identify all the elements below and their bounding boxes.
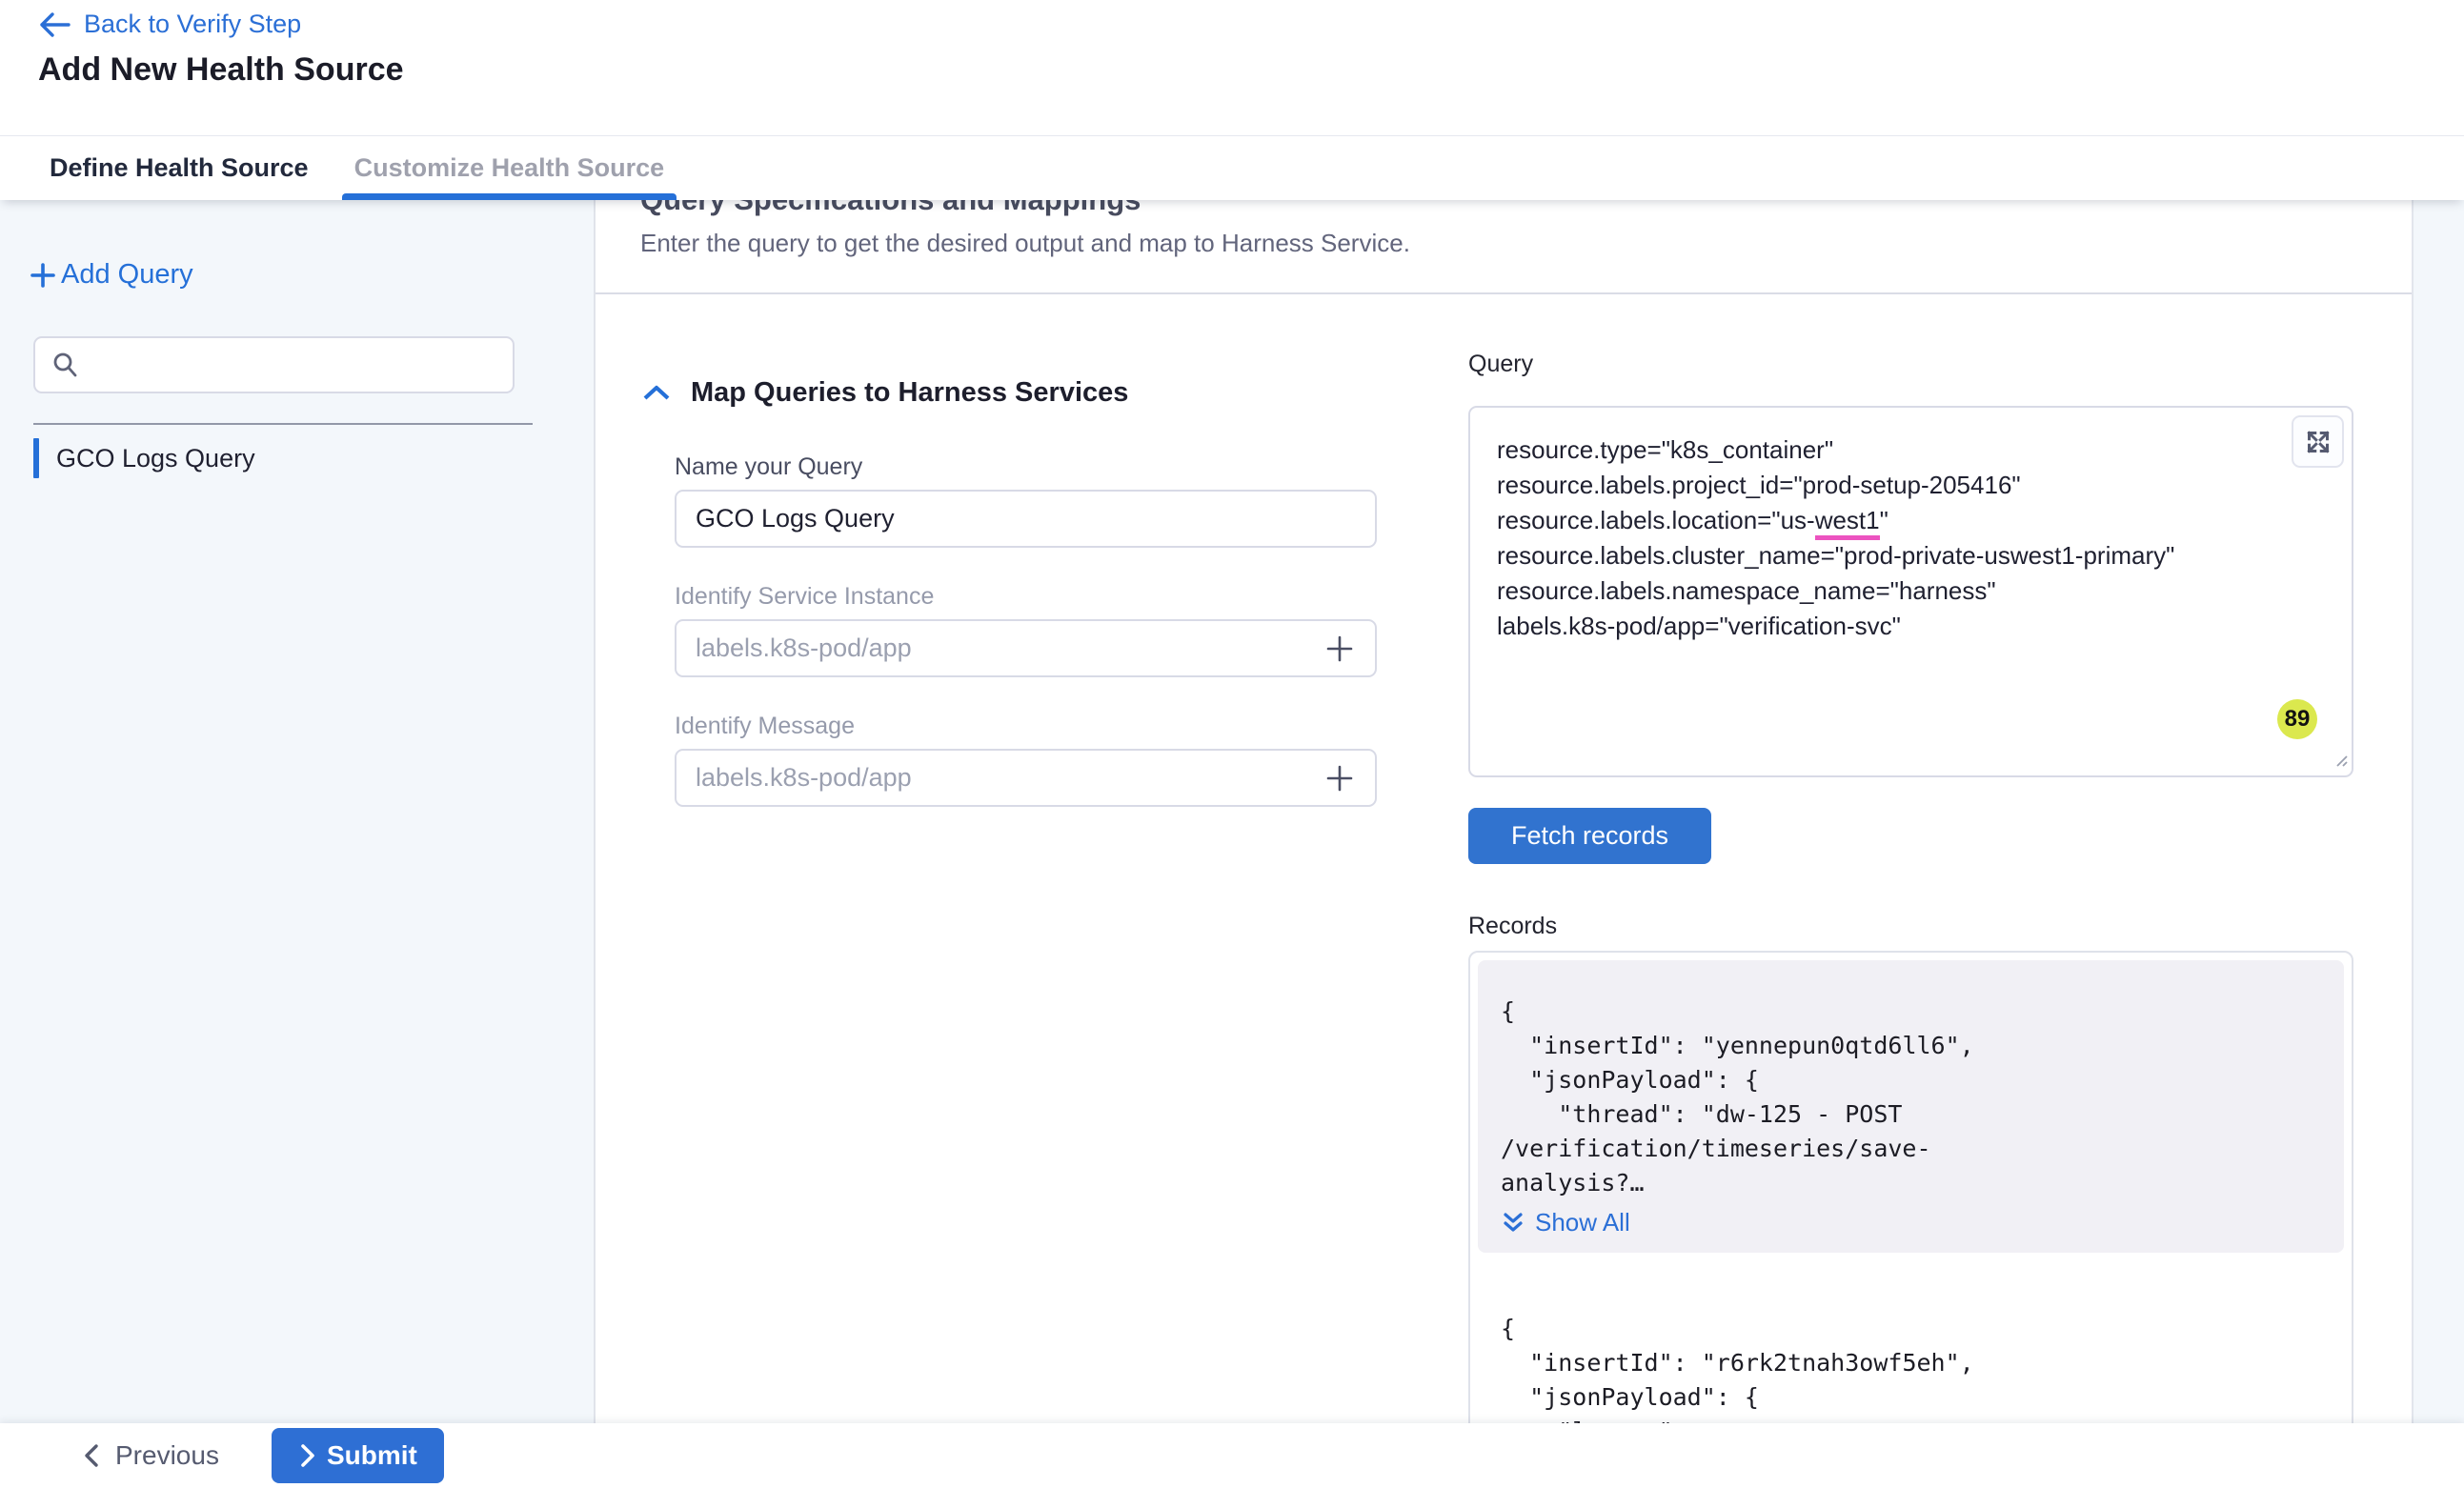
chevron-left-icon: [81, 1442, 102, 1469]
back-arrow-icon: [38, 10, 71, 39]
message-field-wrap: [675, 749, 1377, 807]
page-title: Add New Health Source: [38, 51, 404, 89]
record-card: { "insertId": "yennepun0qtd6ll6", "jsonP…: [1478, 960, 2344, 1253]
query-line: resource.labels.location="us-west1": [1497, 503, 2325, 538]
query-label: Query: [1468, 351, 1533, 378]
sidebar-divider: [33, 423, 533, 425]
records-label: Records: [1468, 913, 1557, 940]
health-source-tab-bar: Define Health Source Customize Health So…: [0, 135, 2464, 200]
query-sidebar: Add Query GCO Logs Query: [0, 200, 594, 1488]
query-line: resource.labels.cluster_name="prod-priva…: [1497, 538, 2325, 573]
tab-customize-health-source[interactable]: Customize Health Source: [342, 136, 677, 200]
submit-button[interactable]: Submit: [272, 1428, 444, 1483]
tab-define-health-source[interactable]: Define Health Source: [37, 136, 321, 200]
query-line: labels.k8s-pod/app="verification-svc": [1497, 609, 2325, 644]
query-line: resource.labels.project_id="prod-setup-2…: [1497, 468, 2325, 503]
plus-icon: [29, 261, 57, 290]
tab-customize-label: Customize Health Source: [354, 153, 665, 183]
tab-define-label: Define Health Source: [50, 153, 309, 183]
add-query-label: Add Query: [61, 259, 193, 291]
record-json: { "insertId": "yennepun0qtd6ll6", "jsonP…: [1501, 995, 2321, 1200]
footer-bar: Previous Submit: [0, 1423, 2464, 1488]
query-text: resource.type="k8s_container"resource.la…: [1497, 432, 2325, 644]
back-to-verify-step-link[interactable]: Back to Verify Step: [38, 10, 301, 39]
sidebar-item-gco-logs-query[interactable]: GCO Logs Query: [33, 438, 255, 478]
chevron-right-icon: [298, 1443, 317, 1468]
name-your-query-label: Name your Query: [675, 453, 862, 481]
show-all-link[interactable]: Show All: [1501, 1208, 2321, 1237]
identify-service-instance-label: Identify Service Instance: [675, 583, 934, 611]
char-count-badge: 89: [2277, 699, 2317, 739]
page-header: Back to Verify Step Add New Health Sourc…: [0, 0, 2464, 135]
section-title: Query Specifications and Mappings: [640, 200, 1141, 217]
query-textarea[interactable]: resource.type="k8s_container"resource.la…: [1468, 406, 2353, 777]
message-input[interactable]: [696, 763, 1323, 793]
spellcheck-underline: west1: [1815, 506, 1880, 540]
right-gutter: [2412, 200, 2464, 1488]
resize-handle[interactable]: [2332, 751, 2349, 773]
back-link-label: Back to Verify Step: [84, 10, 301, 39]
query-mapping-panel: Query Specifications and Mappings Enter …: [594, 200, 2412, 1488]
records-panel: { "insertId": "yennepun0qtd6ll6", "jsonP…: [1468, 951, 2353, 1488]
service-instance-plus-icon[interactable]: [1323, 633, 1356, 665]
previous-button[interactable]: Previous: [81, 1440, 219, 1471]
query-name-input[interactable]: [696, 504, 1356, 533]
query-search-box: [33, 336, 515, 393]
selected-query-indicator: [33, 438, 39, 478]
service-instance-field-wrap: [675, 619, 1377, 677]
double-chevron-down-icon: [1501, 1210, 1525, 1237]
query-name-field-wrap: [675, 490, 1377, 548]
content-area: Add Query GCO Logs Query Query Specifica…: [0, 200, 2464, 1488]
message-plus-icon[interactable]: [1323, 762, 1356, 794]
section-divider: [596, 292, 2412, 294]
search-icon: [50, 351, 79, 379]
fetch-records-button[interactable]: Fetch records: [1468, 808, 1711, 864]
query-line: resource.type="k8s_container": [1497, 432, 2325, 468]
map-queries-title: Map Queries to Harness Services: [691, 377, 1128, 409]
service-instance-input[interactable]: [696, 633, 1323, 663]
chevron-up-icon[interactable]: [640, 381, 673, 411]
submit-label: Submit: [327, 1440, 417, 1471]
search-input[interactable]: [91, 351, 497, 380]
query-item-label: GCO Logs Query: [56, 444, 255, 473]
add-query-button[interactable]: Add Query: [29, 259, 193, 291]
section-subtitle: Enter the query to get the desired outpu…: [640, 229, 1410, 258]
previous-label: Previous: [115, 1440, 219, 1471]
show-all-label: Show All: [1535, 1208, 1630, 1237]
query-line: resource.labels.namespace_name="harness": [1497, 573, 2325, 609]
expand-query-button[interactable]: [2292, 415, 2344, 468]
expand-icon: [2304, 428, 2333, 456]
identify-message-label: Identify Message: [675, 713, 855, 740]
